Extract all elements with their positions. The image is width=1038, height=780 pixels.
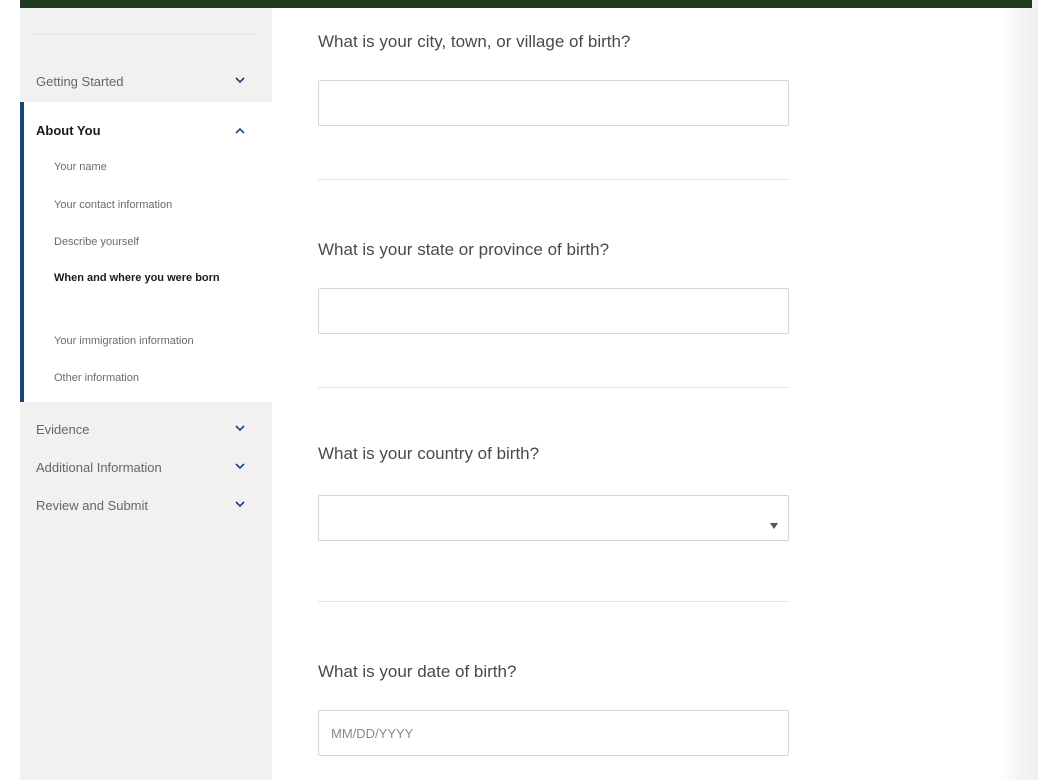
dob-input[interactable] [319,711,788,755]
sidebar-section-about-you: About You Your name Your contact informa… [20,102,272,402]
state-question: What is your state or province of birth? [318,240,610,259]
sidebar-subitem-contact-information[interactable]: Your contact information [54,196,254,214]
main-form: What is your city, town, or village of b… [272,8,1000,780]
chevron-up-icon[interactable] [234,125,246,137]
page-edge-left [0,0,20,780]
sidebar-item-label: Additional Information [36,460,162,475]
chevron-down-icon [234,460,246,472]
state-input[interactable] [319,289,788,333]
sidebar-item-evidence[interactable]: Evidence [20,422,272,442]
sidebar-subitem-describe-yourself[interactable]: Describe yourself [54,233,254,251]
city-field[interactable] [318,80,789,126]
city-input[interactable] [319,81,788,125]
state-field[interactable] [318,288,789,334]
section-divider [318,179,789,180]
sidebar-divider [34,34,254,35]
chevron-down-icon [234,498,246,510]
sidebar-item-label: Getting Started [36,74,124,89]
sidebar-subitem-immigration-information[interactable]: Your immigration information [54,332,254,350]
sidebar-nav: Getting Started About You Your name Your… [20,8,272,780]
section-divider [318,601,789,602]
page-edge-right [1000,8,1038,780]
sidebar-item-about-you[interactable]: About You [36,123,101,138]
sidebar-item-review-submit[interactable]: Review and Submit [20,498,272,518]
country-question: What is your country of birth? [318,444,540,463]
chevron-down-icon [234,74,246,86]
sidebar-item-getting-started[interactable]: Getting Started [20,74,272,94]
dob-field[interactable] [318,710,789,756]
country-input[interactable] [319,496,788,540]
sidebar-item-label: Evidence [36,422,90,437]
dob-question: What is your date of birth? [318,662,517,681]
sidebar-subitem-your-name[interactable]: Your name [54,158,254,176]
city-question: What is your city, town, or village of b… [318,32,631,51]
header-bar [20,0,1032,8]
sidebar-subitem-other-information[interactable]: Other information [54,369,254,387]
chevron-down-icon [234,422,246,434]
sidebar-subitem-when-where-born[interactable]: When and where you were born [54,269,224,287]
country-select[interactable] [318,495,789,541]
sidebar-item-label: Review and Submit [36,498,148,513]
caret-down-icon [770,516,778,529]
section-divider [318,387,789,388]
sidebar-item-additional-information[interactable]: Additional Information [20,460,272,480]
